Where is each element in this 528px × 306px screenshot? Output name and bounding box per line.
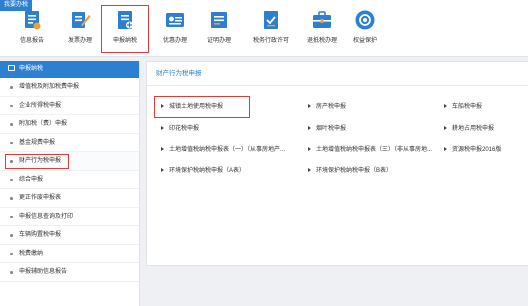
bullet-icon bbox=[10, 197, 13, 200]
permit-icon bbox=[260, 9, 282, 31]
sidebar-item-label: 申报辅助信息报告 bbox=[19, 269, 68, 275]
toolbar-item-rights[interactable]: 权益保护 bbox=[341, 6, 389, 54]
link-resource-tax-2016[interactable]: 资源税申报2016版 bbox=[444, 145, 501, 155]
triangle-right-icon bbox=[161, 104, 164, 108]
link-label: 环境保护税纳税申报（B表） bbox=[316, 168, 393, 174]
toolbar-item-refund[interactable]: 退抵税办理 bbox=[298, 6, 346, 54]
link-label: 房产税申报 bbox=[316, 104, 347, 110]
bullet-icon bbox=[10, 160, 13, 163]
sidebar-item-correction[interactable]: 更正作废申报表 bbox=[0, 189, 139, 208]
sidebar-item-label: 增值税及附加税费申报 bbox=[19, 84, 80, 90]
toolbar-item-permit[interactable]: 税务行政许可 bbox=[247, 6, 295, 54]
sidebar-item-property-behavior-tax[interactable]: 财产行为税申报 bbox=[0, 152, 139, 171]
main-panel: 财产行为税申报 城镇土地使用税申报 房产税申报 车船税申报 印花税申报 烟叶税申… bbox=[146, 61, 528, 266]
triangle-right-icon bbox=[161, 126, 164, 130]
link-environmental-tax-a[interactable]: 环境保护税纳税申报（A表） bbox=[161, 166, 245, 176]
rights-shield-icon bbox=[354, 9, 376, 31]
panel-title: 财产行为税申报 bbox=[147, 62, 528, 86]
link-label: 耕地占用税申报 bbox=[452, 126, 495, 132]
sidebar-item-comprehensive[interactable]: 综合申报 bbox=[0, 171, 139, 189]
bullet-icon bbox=[10, 271, 13, 274]
toolbar-label: 退抵税办理 bbox=[306, 38, 337, 44]
link-label: 资源税申报2016版 bbox=[452, 147, 502, 153]
link-property-tax[interactable]: 房产税申报 bbox=[308, 102, 346, 112]
sidebar-item-label: 附加税（费）申报 bbox=[19, 121, 68, 127]
bullet-icon bbox=[10, 123, 13, 126]
certificate-icon bbox=[208, 9, 230, 31]
declare-tax-icon bbox=[114, 9, 136, 31]
sidebar-item-label: 企业所得税申报 bbox=[19, 102, 62, 109]
link-label: 土地增值税纳税申报表（一）（从事房地产... bbox=[169, 147, 286, 153]
toolbar-label: 证明办理 bbox=[206, 38, 231, 44]
menu-icon bbox=[8, 65, 15, 71]
triangle-right-icon bbox=[444, 104, 447, 108]
link-label: 印花税申报 bbox=[169, 126, 200, 132]
sidebar-header[interactable]: 申报纳税 bbox=[0, 61, 139, 78]
triangle-right-icon bbox=[308, 147, 311, 151]
triangle-right-icon bbox=[161, 147, 164, 151]
toolbar-label: 优惠办理 bbox=[162, 38, 187, 44]
bullet-icon bbox=[10, 234, 13, 237]
link-label: 车船税申报 bbox=[452, 104, 483, 110]
link-stamp-tax[interactable]: 印花税申报 bbox=[161, 124, 199, 134]
triangle-right-icon bbox=[308, 126, 311, 130]
sidebar-header-label: 申报纳税 bbox=[19, 66, 44, 72]
report-icon bbox=[21, 9, 43, 31]
link-label: 城镇土地使用税申报 bbox=[169, 104, 224, 110]
link-land-vat-form-3[interactable]: 土地增值税纳税申报表（三）（非从事房地... bbox=[308, 145, 432, 155]
triangle-right-icon bbox=[308, 168, 311, 172]
link-label: 环境保护税纳税申报（A表） bbox=[169, 168, 246, 174]
sidebar-item-label: 更正作废申报表 bbox=[19, 195, 62, 201]
top-toolbar: 我要办税 信息报告 发票办理 申报纳税 优惠办理 证明办理 税务行政许可 退抵税… bbox=[0, 0, 528, 57]
refund-briefcase-icon bbox=[311, 9, 333, 31]
bullet-icon bbox=[10, 178, 13, 181]
toolbar-item-certificate[interactable]: 证明办理 bbox=[195, 6, 243, 54]
link-land-vat-form-1[interactable]: 土地增值税纳税申报表（一）（从事房地产... bbox=[161, 145, 285, 155]
link-farmland-occupation-tax[interactable]: 耕地占用税申报 bbox=[444, 124, 494, 134]
link-urban-land-use-tax[interactable]: 城镇土地使用税申报 bbox=[153, 96, 251, 118]
bullet-icon bbox=[10, 141, 13, 144]
link-vehicle-vessel-tax[interactable]: 车船税申报 bbox=[444, 102, 482, 112]
sidebar-item-label: 税费缴纳 bbox=[19, 250, 44, 257]
toolbar-item-discount[interactable]: 优惠办理 bbox=[151, 6, 199, 54]
toolbar-label: 信息报告 bbox=[19, 38, 44, 44]
sidebar-item-auxiliary-report[interactable]: 申报辅助信息报告 bbox=[0, 263, 139, 282]
sidebar-item-corporate-income-tax[interactable]: 企业所得税申报 bbox=[0, 97, 139, 115]
toolbar-label: 发票办理 bbox=[67, 38, 92, 44]
bullet-icon bbox=[10, 104, 13, 107]
toolbar-label: 权益保护 bbox=[352, 38, 377, 44]
sidebar-item-tax-payment[interactable]: 税费缴纳 bbox=[0, 245, 139, 263]
bullet-icon bbox=[10, 215, 13, 218]
sidebar-item-vat[interactable]: 增值税及附加税费申报 bbox=[0, 78, 139, 97]
invoice-icon bbox=[69, 9, 91, 31]
toolbar-label: 申报纳税 bbox=[112, 38, 137, 44]
link-environmental-tax-b[interactable]: 环境保护税纳税申报（B表） bbox=[308, 166, 392, 176]
link-tobacco-leaf-tax[interactable]: 烟叶税申报 bbox=[308, 124, 346, 134]
sidebar-item-label: 申报信息查询及打印 bbox=[19, 213, 74, 220]
sidebar-item-label: 基金规费申报 bbox=[19, 139, 56, 146]
discount-card-icon bbox=[164, 9, 186, 31]
toolbar-item-info-report[interactable]: 信息报告 bbox=[8, 6, 56, 54]
triangle-right-icon bbox=[444, 126, 447, 130]
sidebar-item-vehicle-purchase[interactable]: 车辆购置税申报 bbox=[0, 226, 139, 245]
sidebar-item-query-print[interactable]: 申报信息查询及打印 bbox=[0, 208, 139, 226]
sidebar-item-label: 车辆购置税申报 bbox=[19, 232, 62, 238]
sidebar-item-label: 综合申报 bbox=[19, 176, 44, 183]
triangle-right-icon bbox=[444, 147, 447, 151]
sidebar-item-label: 财产行为税申报 bbox=[19, 158, 62, 164]
triangle-right-icon bbox=[308, 104, 311, 108]
triangle-right-icon bbox=[161, 168, 164, 172]
toolbar-label: 税务行政许可 bbox=[252, 38, 289, 44]
bullet-icon bbox=[10, 252, 13, 255]
toolbar-item-invoice[interactable]: 发票办理 bbox=[56, 6, 104, 54]
sidebar: 申报纳税 增值税及附加税费申报 企业所得税申报 附加税（费）申报 基金规费申报 … bbox=[0, 61, 140, 306]
sidebar-item-surcharge[interactable]: 附加税（费）申报 bbox=[0, 115, 139, 134]
toolbar-item-declare-tax[interactable]: 申报纳税 bbox=[101, 5, 149, 53]
link-label: 烟叶税申报 bbox=[316, 126, 347, 132]
sidebar-item-fund-fees[interactable]: 基金规费申报 bbox=[0, 134, 139, 152]
link-label: 土地增值税纳税申报表（三）（非从事房地... bbox=[316, 147, 433, 153]
bullet-icon bbox=[10, 86, 13, 89]
